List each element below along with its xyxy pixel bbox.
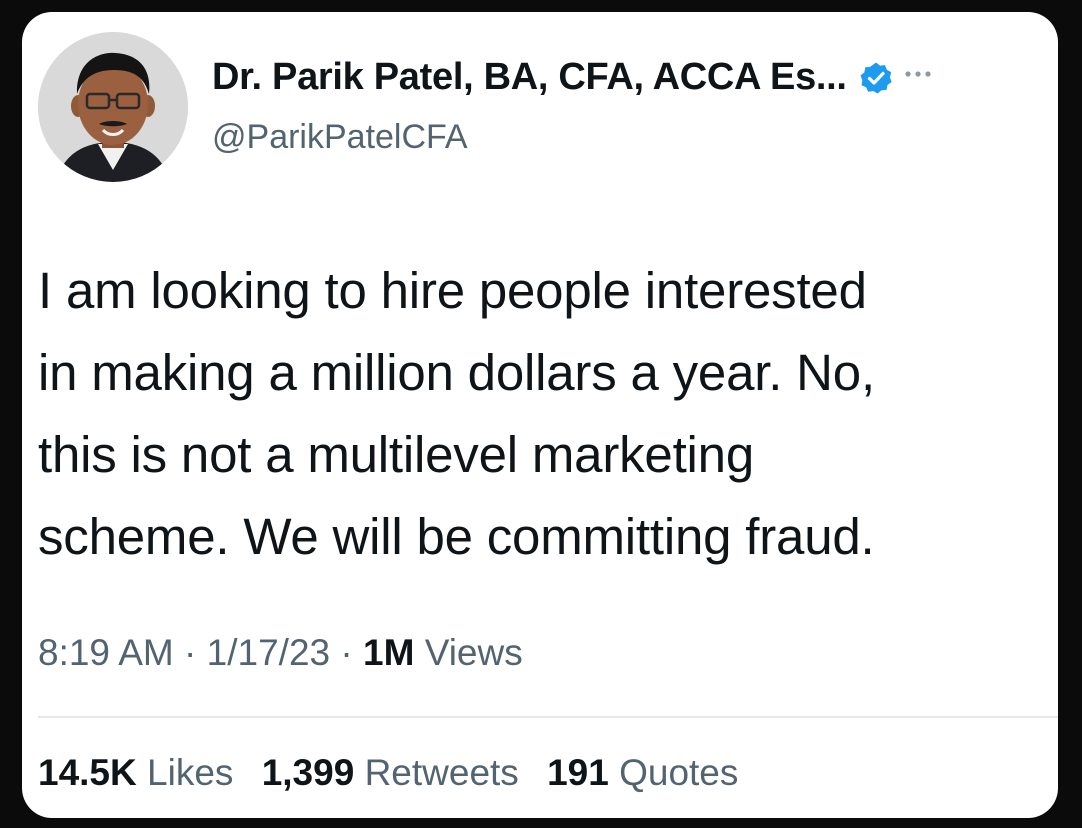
likes-count: 14.5K	[38, 752, 137, 793]
retweets-count: 1,399	[261, 752, 355, 793]
divider	[38, 716, 1058, 718]
avatar[interactable]	[38, 32, 188, 182]
quotes-stat[interactable]: 191 Quotes	[547, 752, 738, 794]
quotes-label: Quotes	[619, 752, 739, 793]
meta-separator: ·	[340, 632, 353, 673]
likes-stat[interactable]: 14.5K Likes	[38, 752, 233, 794]
meta-separator: ·	[184, 632, 197, 673]
likes-label: Likes	[147, 752, 234, 793]
more-options-icon[interactable]	[903, 64, 933, 84]
verified-badge-icon	[859, 61, 893, 95]
author-display-name[interactable]: Dr. Parik Patel, BA, CFA, ACCA Es...	[212, 56, 847, 99]
quotes-count: 191	[547, 752, 609, 793]
retweets-label: Retweets	[364, 752, 519, 793]
author-row: Dr. Parik Patel, BA, CFA, ACCA Es...	[212, 56, 933, 99]
retweets-stat[interactable]: 1,399 Retweets	[262, 752, 519, 794]
author-handle[interactable]: @ParikPatelCFA	[212, 118, 468, 157]
tweet-date[interactable]: 1/17/23	[207, 632, 330, 673]
tweet-time[interactable]: 8:19 AM	[38, 632, 174, 673]
views-count: 1M	[363, 632, 415, 673]
avatar-portrait	[38, 32, 188, 182]
tweet-stats: 14.5K Likes 1,399 Retweets 191 Quotes	[38, 752, 756, 794]
tweet-card: Dr. Parik Patel, BA, CFA, ACCA Es... @Pa…	[22, 12, 1058, 818]
tweet-text: I am looking to hire people interested i…	[38, 262, 875, 565]
views-label: Views	[424, 632, 523, 673]
tweet-meta: 8:19 AM · 1/17/23 · 1M Views	[38, 632, 523, 674]
